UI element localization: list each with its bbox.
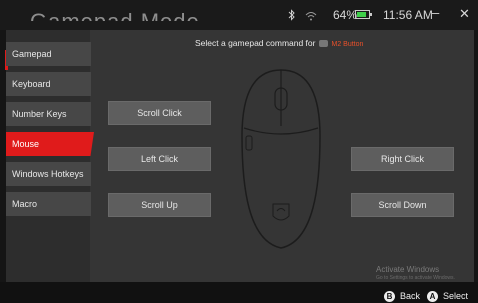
sidebar-item-number-keys[interactable]: Number Keys <box>6 102 91 126</box>
b-button-icon: B <box>384 291 395 303</box>
mouse-button-icon <box>319 40 329 48</box>
close-button[interactable]: ✕ <box>459 7 470 20</box>
activate-windows-subtitle: Go to Settings to activate Windows. <box>376 275 455 281</box>
minimize-button[interactable]: – <box>432 6 439 19</box>
selected-button-label: M2 Button <box>331 41 364 48</box>
back-button[interactable]: B Back <box>384 290 421 303</box>
sidebar-item-windows-hotkeys[interactable]: Windows Hotkeys <box>6 162 91 186</box>
a-button-icon: A <box>427 291 438 303</box>
scroll-down-button[interactable]: Scroll Down <box>351 193 454 217</box>
app-title: Gamepad Mode <box>30 11 200 21</box>
prompt-line: Select a gamepad command for M2 Button <box>195 38 363 48</box>
prompt-text: Select a gamepad command for <box>195 38 316 48</box>
select-label: Select <box>443 291 469 301</box>
scroll-up-button[interactable]: Scroll Up <box>108 193 211 217</box>
select-button[interactable]: A Select <box>427 290 469 303</box>
battery-percent: 64% <box>333 8 358 22</box>
bluetooth-icon <box>288 9 296 23</box>
mouse-illustration-icon <box>241 69 321 249</box>
activate-windows-title: Activate Windows <box>376 265 440 274</box>
sidebar-item-macro[interactable]: Macro <box>6 192 91 216</box>
left-click-button[interactable]: Left Click <box>108 147 211 171</box>
wifi-icon <box>305 11 317 23</box>
sidebar <box>6 30 90 282</box>
sidebar-item-keyboard[interactable]: Keyboard <box>6 72 91 96</box>
sidebar-item-gamepad[interactable]: Gamepad <box>6 42 91 66</box>
clock: 11:56 AM <box>383 8 433 22</box>
back-label: Back <box>400 291 421 301</box>
battery-icon <box>355 10 372 19</box>
right-click-button[interactable]: Right Click <box>351 147 454 171</box>
sidebar-item-mouse[interactable]: Mouse <box>6 132 94 156</box>
scroll-click-button[interactable]: Scroll Click <box>108 101 211 125</box>
